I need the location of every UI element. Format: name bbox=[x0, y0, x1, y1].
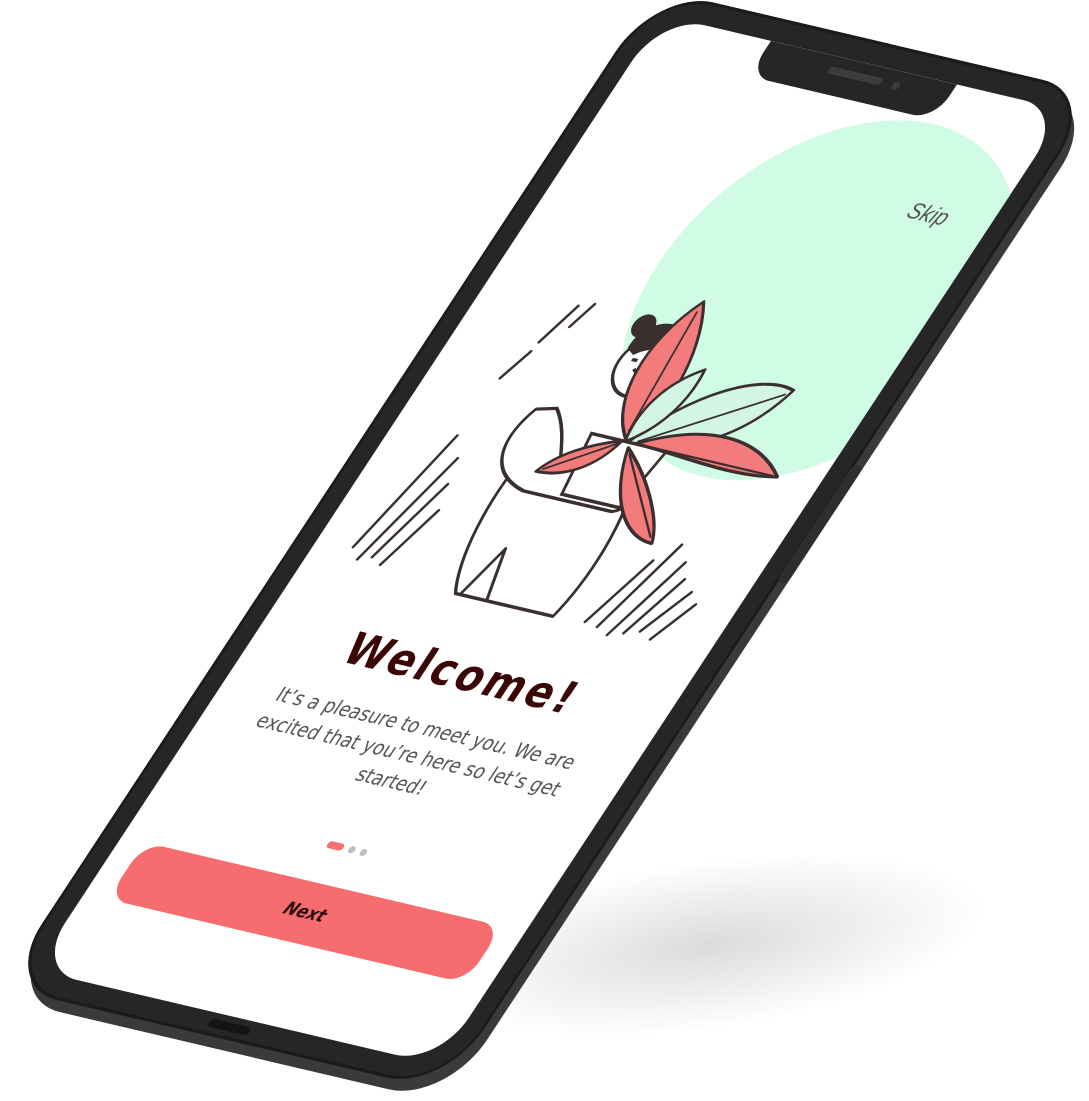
page-dot bbox=[346, 845, 358, 854]
speaker-grille bbox=[826, 66, 885, 86]
camera-icon bbox=[889, 81, 902, 91]
page-dot bbox=[358, 848, 369, 857]
next-button[interactable]: Next bbox=[107, 842, 503, 984]
page-dot-active bbox=[325, 840, 346, 852]
